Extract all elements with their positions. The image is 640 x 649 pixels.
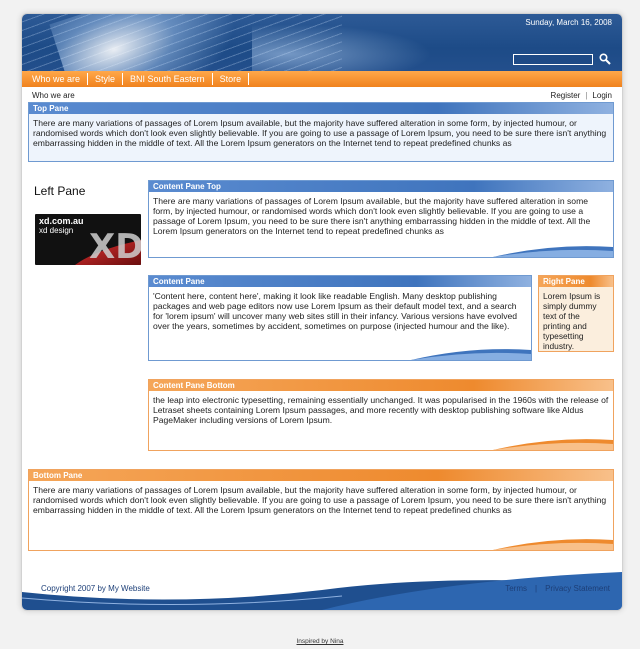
pane-swoosh (411, 349, 531, 360)
logo-line-2: xd design (39, 226, 74, 235)
header-glow (252, 24, 432, 71)
top-pane-title: Top Pane (29, 103, 613, 114)
footer-links: Terms | Privacy Statement (505, 584, 610, 593)
right-pane-title: Right Pane (539, 276, 613, 287)
header-banner: Sunday, March 16, 2008 (22, 14, 622, 71)
search-icon[interactable] (599, 53, 611, 65)
login-link[interactable]: Login (592, 91, 612, 100)
pane-swoosh (493, 539, 613, 550)
xd-design-logo[interactable]: xd.com.au xd design XD (35, 214, 141, 265)
page-frame: Sunday, March 16, 2008 Who we are Style … (21, 13, 623, 611)
content-pane-top-title: Content Pane Top (149, 181, 613, 192)
register-link[interactable]: Register (551, 91, 581, 100)
terms-link[interactable]: Terms (505, 584, 527, 593)
content-pane-text: 'Content here, content here', making it … (153, 291, 518, 331)
top-pane-text: There are many variations of passages of… (33, 118, 607, 148)
main-nav: Who we are Style BNI South Eastern Store (22, 71, 622, 87)
bottom-pane-title: Bottom Pane (29, 470, 613, 481)
right-pane: Right Pane Lorem Ipsum is simply dummy t… (538, 275, 614, 352)
right-pane-text: Lorem Ipsum is simply dummy text of the … (543, 291, 601, 351)
current-date: Sunday, March 16, 2008 (525, 18, 612, 27)
content-pane-top-text: There are many variations of passages of… (153, 196, 591, 236)
logo-mark: XD (75, 227, 141, 265)
nav-item-style[interactable]: Style (88, 73, 124, 85)
content-pane-bottom: Content Pane Bottom the leap into electr… (148, 379, 614, 451)
content-pane-title: Content Pane (149, 276, 531, 287)
privacy-statement-link[interactable]: Privacy Statement (545, 584, 610, 593)
pane-swoosh (493, 439, 613, 450)
search-input[interactable] (513, 54, 593, 65)
pane-swoosh (493, 246, 613, 257)
bottom-pane-text: There are many variations of passages of… (33, 485, 607, 515)
top-pane: Top Pane There are many variations of pa… (28, 102, 614, 162)
breadcrumb[interactable]: Who we are (32, 91, 75, 100)
bottom-pane: Bottom Pane There are many variations of… (28, 469, 614, 551)
nav-item-who-we-are[interactable]: Who we are (22, 73, 89, 85)
copyright-text: Copyright 2007 by My Website (41, 584, 150, 593)
auth-separator: | (585, 91, 588, 100)
content-pane-top: Content Pane Top There are many variatio… (148, 180, 614, 258)
content-pane-bottom-text: the leap into electronic typesetting, re… (153, 395, 609, 425)
nav-item-store[interactable]: Store (213, 73, 250, 85)
content-pane-bottom-title: Content Pane Bottom (149, 380, 613, 391)
nav-item-bni-south-eastern[interactable]: BNI South Eastern (123, 73, 213, 85)
content-pane: Content Pane 'Content here, content here… (148, 275, 532, 361)
footer-separator: | (535, 584, 538, 593)
breadcrumb-bar: Who we are Register | Login (22, 89, 622, 103)
logo-mark-text: XD (89, 227, 141, 265)
auth-links: Register | Login (551, 91, 612, 100)
left-pane-title: Left Pane (34, 184, 86, 198)
inspired-by-link[interactable]: Inspired by Nina (0, 638, 640, 645)
header-light-flare (49, 14, 255, 71)
